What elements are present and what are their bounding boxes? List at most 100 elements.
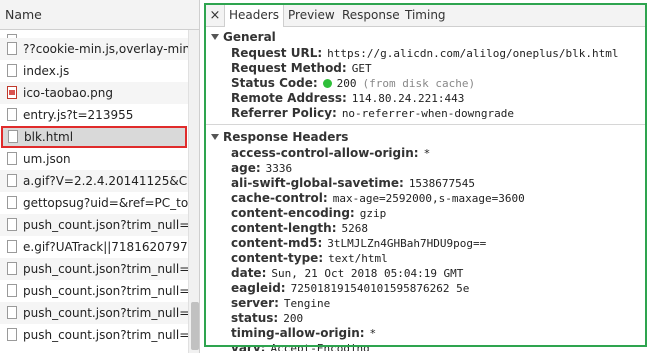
document-file-icon (7, 328, 17, 341)
response-headers-list: access-control-allow-origin: * age: 3336 ali… (206, 146, 645, 351)
request-url-value: https://g.alicdn.com/alilog/oneplus/blk.… (327, 47, 619, 60)
request-method-key: Request Method: (231, 61, 347, 75)
response-header-value: text/html (328, 252, 388, 265)
response-header-value: gzip (359, 207, 387, 220)
request-name: gettopsug?uid=&ref=PC_tops... (23, 196, 188, 210)
scrollbar-thumb[interactable] (191, 302, 199, 350)
response-header-key: eagleid: (231, 281, 286, 295)
response-header-key: age: (231, 161, 261, 175)
request-list-scrollbar[interactable] (188, 30, 199, 353)
request-row[interactable]: push_count.json?trim_null=1... (0, 258, 188, 280)
section-divider (206, 124, 645, 125)
response-header-row: content-length: 5268 (206, 221, 645, 236)
request-row[interactable]: a.gif?V=2.2.4.20141125&CI=s... (0, 170, 188, 192)
document-file-icon (7, 306, 17, 319)
status-code-row: Status Code: 200 (from disk cache) (206, 76, 645, 91)
document-file-icon (7, 284, 17, 297)
request-row[interactable]: push_count.json?trim_null=1... (0, 214, 188, 236)
response-header-key: cache-control: (231, 191, 328, 205)
tab-response[interactable]: Response (338, 5, 404, 26)
document-file-icon (7, 42, 17, 55)
response-header-row: timing-allow-origin: * (206, 326, 645, 341)
request-row[interactable]: ico-taobao.png (0, 82, 188, 104)
request-name: push_count.json?trim_null=1... (23, 328, 188, 342)
response-headers-title: Response Headers (223, 130, 349, 144)
request-name: a.gif?V=2.2.4.20141125&CI=s... (23, 174, 188, 188)
remote-address-value: 114.80.24.221:443 (351, 92, 465, 105)
response-header-value: Sun, 21 Oct 2018 05:04:19 GMT (271, 267, 464, 280)
response-header-value: * (369, 327, 377, 340)
status-code-key: Status Code: (231, 76, 318, 90)
request-url-key: Request URL: (231, 46, 323, 60)
status-dot-icon (322, 79, 332, 88)
tab-preview[interactable]: Preview (284, 5, 339, 26)
request-name: push_count.json?trim_null=1... (23, 284, 188, 298)
response-header-value: 1538677545 (408, 177, 476, 190)
referrer-policy-key: Referrer Policy: (231, 106, 337, 120)
document-file-icon (7, 262, 17, 275)
remote-address-row: Remote Address: 114.80.24.221:443 (206, 91, 645, 106)
request-list-panel: Name ??cookie-min.js,overlay-min.js,... i… (0, 0, 200, 353)
document-file-icon (7, 64, 17, 77)
request-row[interactable]: entry.js?t=213955 (0, 104, 188, 126)
status-code-value: 200 (336, 77, 357, 90)
request-row[interactable] (0, 30, 188, 38)
request-name: ??cookie-min.js,overlay-min.js,... (23, 42, 188, 56)
general-section-title: General (223, 30, 276, 44)
response-header-row: ali-swift-global-savetime: 1538677545 (206, 176, 645, 191)
request-row[interactable]: e.gif?UATrack||718162079757... (0, 236, 188, 258)
response-header-row: cache-control: max-age=2592000,s-maxage=3… (206, 191, 645, 206)
response-header-value: Accept-Encoding (270, 342, 370, 351)
response-header-key: server: (231, 296, 279, 310)
response-header-key: content-md5: (231, 236, 323, 250)
request-list: ??cookie-min.js,overlay-min.js,... index.… (0, 30, 188, 346)
headers-content: General Request URL: https://g.alicdn.com… (206, 28, 645, 353)
tab-headers[interactable]: Headers (224, 5, 284, 27)
response-headers-section-header[interactable]: Response Headers (206, 128, 645, 146)
status-cache-note: (from disk cache) (362, 77, 476, 90)
request-name: entry.js?t=213955 (23, 108, 134, 122)
triangle-down-icon (211, 134, 219, 140)
request-name: push_count.json?trim_null=1... (23, 262, 188, 276)
response-header-row: eagleid: 725018191540101595876262 5e (206, 281, 645, 296)
request-name: um.json (23, 152, 71, 166)
request-row[interactable]: push_count.json?trim_null=1... (0, 302, 188, 324)
document-file-icon (7, 108, 17, 121)
response-header-key: date: (231, 266, 267, 280)
response-header-row: age: 3336 (206, 161, 645, 176)
response-header-key: content-encoding: (231, 206, 355, 220)
response-header-value: * (423, 147, 431, 160)
document-file-icon (8, 130, 18, 143)
request-details-panel: × Headers Preview Response Timing Genera… (201, 0, 656, 353)
details-tabbar: × Headers Preview Response Timing (206, 5, 645, 27)
response-header-row: date: Sun, 21 Oct 2018 05:04:19 GMT (206, 266, 645, 281)
response-header-value: Tengine (283, 297, 331, 310)
response-header-value: 3tLMJLZn4GHBah7HDU9pog== (327, 237, 487, 250)
request-name: push_count.json?trim_null=1... (23, 218, 188, 232)
document-file-icon (7, 240, 17, 253)
response-header-value: 3336 (265, 162, 293, 175)
close-icon[interactable]: × (206, 5, 224, 26)
response-header-row: content-type: text/html (206, 251, 645, 266)
response-header-key: content-type: (231, 251, 324, 265)
response-header-row: content-encoding: gzip (206, 206, 645, 221)
request-method-value: GET (351, 62, 372, 75)
response-header-row: status: 200 (206, 311, 645, 326)
request-row[interactable]: gettopsug?uid=&ref=PC_tops... (0, 192, 188, 214)
request-row[interactable]: ??cookie-min.js,overlay-min.js,... (0, 38, 188, 60)
response-header-value: 200 (283, 312, 304, 325)
document-file-icon (7, 174, 17, 187)
name-column-header[interactable]: Name (0, 0, 199, 30)
request-name: blk.html (24, 130, 74, 144)
request-row[interactable]: um.json (0, 148, 188, 170)
request-row[interactable]: push_count.json?trim_null=1... (0, 280, 188, 302)
general-section-header[interactable]: General (206, 28, 645, 46)
request-row[interactable]: index.js (0, 60, 188, 82)
request-row-selected[interactable]: blk.html (1, 126, 187, 148)
response-header-row: vary: Accept-Encoding (206, 341, 645, 351)
request-row[interactable]: push_count.json?trim_null=1... (0, 324, 188, 346)
response-header-key: access-control-allow-origin: (231, 146, 419, 160)
response-header-row: access-control-allow-origin: * (206, 146, 645, 161)
tab-timing[interactable]: Timing (401, 5, 450, 26)
request-name: e.gif?UATrack||718162079757... (23, 240, 188, 254)
